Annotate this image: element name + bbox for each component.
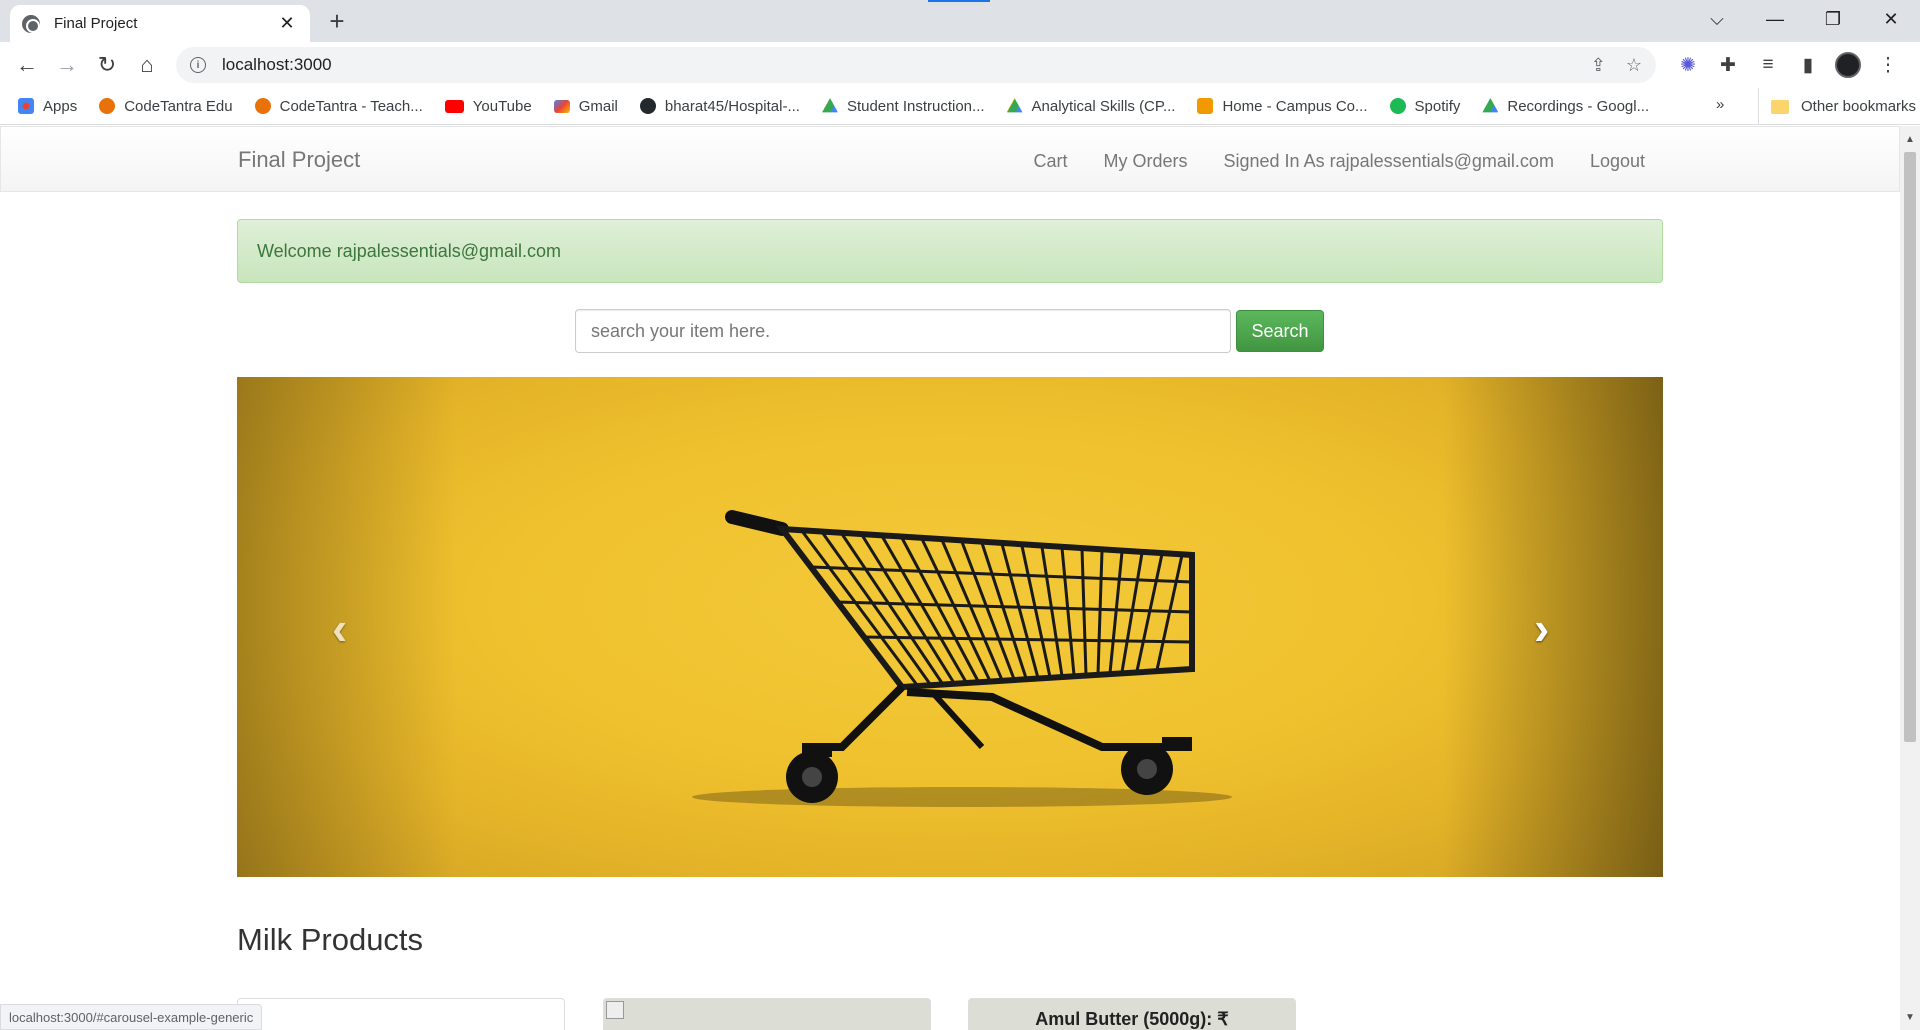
google-drive-icon [1006, 98, 1023, 113]
browser-tab[interactable]: Final Project ✕ [10, 5, 310, 42]
section-title: Milk Products [237, 922, 424, 957]
bookmark-label: Analytical Skills (CP... [1031, 97, 1176, 115]
product-card[interactable]: Amul Butter (5000g): ₹ [968, 998, 1296, 1030]
youtube-icon [444, 99, 464, 113]
bookmark-apps[interactable]: Apps [18, 98, 77, 115]
campus-icon [1197, 98, 1214, 114]
scroll-up-icon[interactable]: ▲ [1905, 134, 1915, 145]
product-card[interactable] [237, 998, 565, 1030]
welcome-alert: Welcome rajpalessentials@gmail.com [237, 219, 1663, 283]
minimize-button[interactable]: — [1746, 0, 1804, 38]
back-icon[interactable]: ← [12, 50, 42, 80]
search-button[interactable]: Search [1236, 310, 1324, 352]
shopping-cart-image [692, 510, 1232, 807]
brand-link[interactable]: Final Project [238, 147, 360, 173]
bookmark-label: Recordings - Googl... [1507, 97, 1650, 115]
close-window-button[interactable]: ✕ [1862, 0, 1920, 38]
search-form: Search [575, 309, 1324, 353]
tab-strip-accent [928, 0, 990, 2]
product-card-row: Amul Butter (5000g): ₹ [237, 998, 1663, 1030]
bookmark-spotify[interactable]: Spotify [1389, 97, 1461, 115]
bookmark-label: Gmail [578, 97, 618, 115]
reload-icon[interactable]: ↻ [92, 50, 122, 80]
bookmark-label: Apps [43, 97, 78, 115]
share-icon[interactable]: ⇪ [1591, 55, 1606, 76]
close-tab-icon[interactable]: ✕ [276, 13, 298, 34]
carousel-prev-icon[interactable]: ‹ [332, 601, 347, 655]
google-drive-icon [1482, 98, 1499, 113]
address-bar[interactable]: i localhost:3000 ⇪ ☆ [176, 47, 1656, 83]
bookmark-campus[interactable]: Home - Campus Co... [1197, 97, 1368, 115]
gmail-icon [553, 99, 570, 113]
image-carousel: ‹ › [237, 377, 1663, 877]
tab-title: Final Project [54, 15, 138, 32]
site-info-icon[interactable]: i [190, 57, 206, 73]
globe-icon [22, 14, 40, 33]
product-card[interactable] [603, 998, 931, 1030]
new-tab-button[interactable]: + [322, 6, 352, 37]
browser-toolbar: ← → ↻ ⌂ i localhost:3000 ⇪ ☆ ✺ ✚ ≡ ▮ ⋮ [0, 42, 1920, 88]
other-bookmarks-folder[interactable]: Other bookmarks [1758, 88, 1916, 125]
window-controls: ⌵ — ❐ ✕ [1688, 0, 1920, 38]
site-navbar: Final Project Cart My Orders Signed In A… [0, 126, 1900, 192]
scroll-down-icon[interactable]: ▼ [1905, 1012, 1915, 1023]
bookmark-label: Home - Campus Co... [1222, 97, 1368, 115]
side-panel-icon[interactable]: ▮ [1795, 50, 1821, 80]
extension-flower-icon[interactable]: ✺ [1675, 50, 1701, 80]
profile-avatar[interactable] [1835, 52, 1861, 78]
welcome-alert-text: Welcome rajpalessentials@gmail.com [257, 240, 562, 261]
bookmark-label: Spotify [1414, 97, 1461, 115]
url-text[interactable]: localhost:3000 [222, 55, 332, 75]
broken-image-icon [606, 1001, 624, 1019]
bookmarks-bar: Apps CodeTantra Edu CodeTantra - Teach..… [0, 88, 1920, 125]
bookmark-label: YouTube [472, 97, 532, 115]
bookmark-recordings[interactable]: Recordings - Googl... [1482, 98, 1649, 115]
bookmark-label: CodeTantra Edu [124, 97, 233, 115]
bookmark-github[interactable]: bharat45/Hospital-... [639, 97, 800, 115]
bookmark-label: CodeTantra - Teach... [279, 97, 423, 115]
bookmark-label: bharat45/Hospital-... [664, 97, 800, 115]
forward-icon[interactable]: → [52, 50, 82, 80]
more-bookmarks-chevron-icon[interactable]: » [1716, 96, 1724, 113]
home-icon[interactable]: ⌂ [132, 50, 162, 80]
github-icon [639, 98, 656, 114]
bookmark-codetantra-edu[interactable]: CodeTantra Edu [99, 97, 233, 115]
status-bar-url: localhost:3000/#carousel-example-generic [0, 1004, 263, 1030]
extensions-puzzle-icon[interactable]: ✚ [1715, 50, 1741, 80]
google-drive-icon [821, 98, 838, 113]
product-title: Amul Butter (5000g): ₹ [1035, 1009, 1229, 1029]
nav-logout-link[interactable]: Logout [1590, 151, 1645, 172]
browser-tab-bar: Final Project ✕ + ⌵ — ❐ ✕ [0, 0, 1920, 42]
media-queue-icon[interactable]: ≡ [1755, 50, 1781, 80]
bookmark-label: Student Instruction... [846, 97, 985, 115]
bookmark-youtube[interactable]: YouTube [444, 97, 532, 115]
other-bookmarks-label: Other bookmarks [1801, 98, 1917, 115]
folder-icon [1771, 99, 1789, 114]
codetantra-icon [99, 98, 116, 114]
bookmark-gmail[interactable]: Gmail [553, 97, 618, 115]
bookmark-codetantra-teach[interactable]: CodeTantra - Teach... [254, 97, 423, 115]
bookmark-student-instruction[interactable]: Student Instruction... [821, 97, 985, 115]
spotify-icon [1389, 98, 1406, 114]
search-input[interactable] [575, 309, 1231, 353]
nav-my-orders-link[interactable]: My Orders [1103, 151, 1187, 172]
apps-grid-icon [18, 98, 34, 114]
carousel-next-icon[interactable]: › [1534, 601, 1549, 655]
page-scrollbar[interactable]: ▲ ▼ [1900, 126, 1920, 1030]
bookmark-analytical-skills[interactable]: Analytical Skills (CP... [1006, 97, 1176, 115]
scroll-thumb[interactable] [1904, 152, 1916, 742]
nav-cart-link[interactable]: Cart [1033, 151, 1067, 172]
bookmark-star-icon[interactable]: ☆ [1626, 55, 1642, 76]
nav-signed-in-text: Signed In As rajpalessentials@gmail.com [1223, 151, 1554, 171]
page-viewport: Final Project Cart My Orders Signed In A… [0, 126, 1900, 1030]
codetantra-icon [254, 98, 271, 114]
tab-search-icon[interactable]: ⌵ [1688, 0, 1746, 38]
restore-button[interactable]: ❐ [1804, 0, 1862, 38]
browser-menu-icon[interactable]: ⋮ [1875, 50, 1901, 80]
